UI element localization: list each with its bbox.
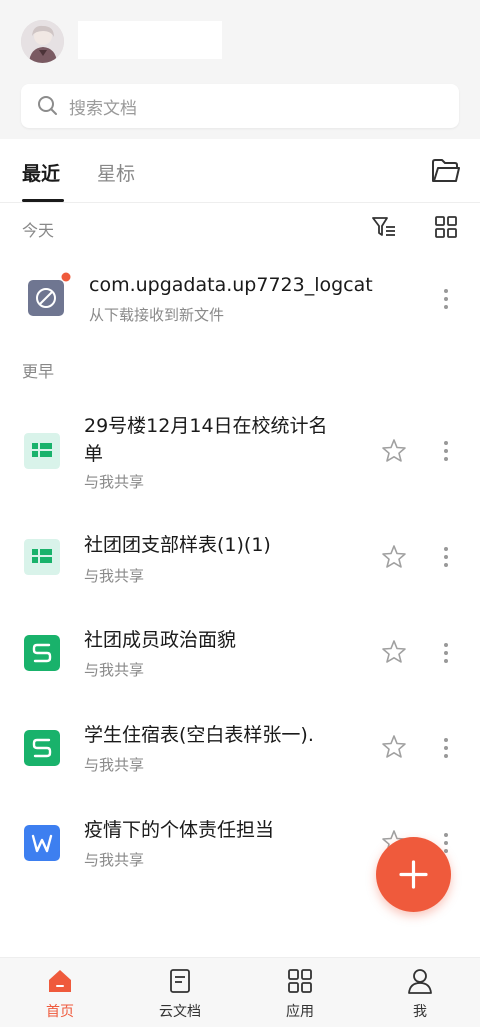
file-title-line2: 单 [84,443,104,465]
file-title: 社团团支部样表(1)(1) [84,534,271,556]
nav-apps[interactable]: 应用 [240,958,360,1027]
home-icon [49,970,71,992]
file-title: 学生住宿表(空白表样张一). [84,724,314,746]
star-icon[interactable] [381,438,407,464]
nav-cloud-docs-label: 云文档 [159,1004,201,1020]
username-field [78,21,222,59]
plus-icon [399,860,428,889]
folder-icon[interactable] [431,157,461,185]
unread-dot-icon [61,272,71,282]
file-subtitle: 与我共享 [84,851,145,869]
cloud-doc-icon [170,969,190,993]
filter-icon[interactable] [371,214,397,240]
search-icon [38,96,57,115]
file-title: 社团成员政治面貌 [84,629,237,651]
more-options-icon[interactable] [438,545,454,569]
profile-icon [408,969,432,994]
file-subtitle: 与我共享 [84,567,145,585]
download-file-icon [28,280,64,316]
file-title: 疫情下的个体责任担当 [84,819,275,841]
spreadsheet-s-icon [24,635,60,671]
tab-bar: 最近 星标 [0,139,480,203]
star-icon[interactable] [381,544,407,570]
grid-view-icon[interactable] [433,214,459,240]
avatar[interactable] [21,20,64,63]
search-placeholder: 搜索文档 [69,98,137,119]
file-subtitle: 与我共享 [84,756,145,774]
star-icon[interactable] [381,639,407,665]
nav-home-label: 首页 [46,1004,74,1020]
file-title: com.upgadata.up7723_logcat [89,274,373,296]
create-new-button[interactable] [376,837,451,912]
more-options-icon[interactable] [438,287,454,311]
file-subtitle: 从下载接收到新文件 [89,306,225,324]
star-icon[interactable] [381,734,407,760]
file-subtitle: 与我共享 [84,473,145,491]
avatar-image [21,20,64,63]
section-earlier-label: 更早 [22,362,55,381]
section-today-label: 今天 [22,221,55,240]
word-doc-icon [24,825,60,861]
file-subtitle: 与我共享 [84,661,145,679]
list-item[interactable]: 社团成员政治面貌 与我共享 [0,615,480,691]
more-options-icon[interactable] [438,439,454,463]
spreadsheet-s-icon [24,730,60,766]
list-item[interactable]: 社团团支部样表(1)(1) 与我共享 [0,520,480,596]
list-item[interactable]: 学生住宿表(空白表样张一). 与我共享 [0,710,480,786]
search-input[interactable]: 搜索文档 [21,84,459,128]
apps-grid-icon [288,969,312,993]
list-item[interactable]: 29号楼12月14日在校统计名 单 与我共享 [0,405,480,501]
list-item[interactable]: com.upgadata.up7723_logcat 从下载接收到新文件 [0,260,480,336]
tab-recent[interactable]: 最近 [22,159,60,186]
top-header: 搜索文档 [0,0,480,139]
nav-home[interactable]: 首页 [0,958,120,1027]
file-title-line1: 29号楼12月14日在校统计名 [84,415,328,437]
tab-starred[interactable]: 星标 [97,159,135,186]
nav-me-label: 我 [413,1004,427,1020]
active-tab-indicator [22,199,64,202]
sheet-icon [24,433,60,469]
nav-apps-label: 应用 [286,1004,314,1020]
sheet-icon [24,539,60,575]
nav-me[interactable]: 我 [360,958,480,1027]
nav-cloud-docs[interactable]: 云文档 [120,958,240,1027]
more-options-icon[interactable] [438,641,454,665]
more-options-icon[interactable] [438,736,454,760]
bottom-navigation: 首页 云文档 应用 我 [0,957,480,1027]
